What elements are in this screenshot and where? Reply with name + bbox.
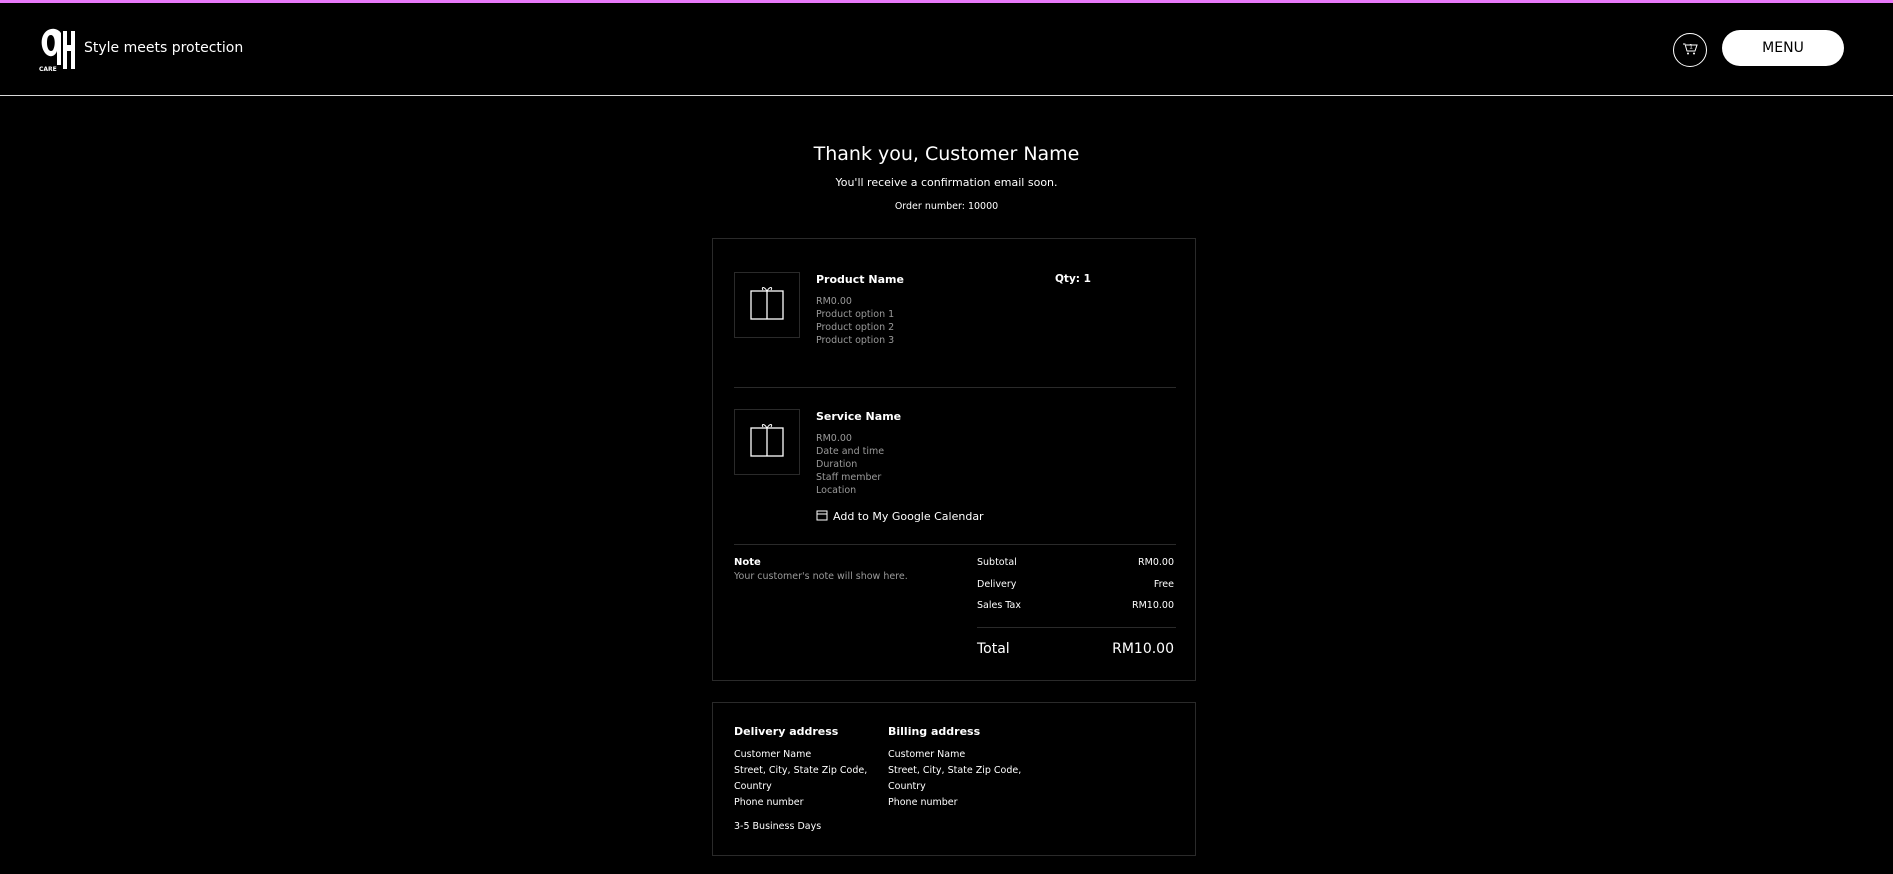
- confirmation-subtitle: You'll receive a confirmation email soon…: [835, 176, 1058, 189]
- service-duration: Duration: [816, 459, 858, 470]
- menu-button[interactable]: MENU: [1722, 30, 1844, 66]
- svg-text:CARE: CARE: [39, 66, 57, 73]
- delivery-street: Street, City, State Zip Code,: [734, 765, 868, 776]
- site-header: CARE Style meets protection 1 MENU: [0, 3, 1893, 96]
- cart-count: 1: [1689, 44, 1693, 51]
- address-card: Delivery address Customer Name Street, C…: [712, 702, 1196, 856]
- calendar-link-label: Add to My Google Calendar: [833, 510, 984, 523]
- note-heading: Note: [734, 557, 761, 568]
- billing-street: Street, City, State Zip Code,: [888, 765, 1022, 776]
- subtotal-label: Subtotal: [977, 557, 1017, 568]
- product-thumbnail: [734, 272, 800, 338]
- product-option-1: Product option 1: [816, 309, 895, 320]
- total-divider: [977, 627, 1176, 628]
- service-name: Service Name: [816, 410, 902, 423]
- cart-button[interactable]: 1: [1673, 33, 1707, 67]
- billing-address-heading: Billing address: [888, 725, 981, 738]
- delivery-country: Country: [734, 781, 772, 792]
- delivery-eta: 3-5 Business Days: [734, 821, 822, 832]
- product-qty: Qty: 1: [1055, 273, 1091, 285]
- delivery-customer-name: Customer Name: [734, 749, 812, 760]
- delivery-value: Free: [1153, 579, 1174, 590]
- note-text: Your customer's note will show here.: [734, 571, 908, 582]
- product-name: Product Name: [816, 273, 904, 286]
- product-option-3: Product option 3: [816, 335, 895, 346]
- total-value: RM10.00: [1112, 641, 1174, 657]
- calendar-icon: [816, 509, 828, 524]
- summary-divider: [734, 544, 1176, 545]
- brand-tagline: Style meets protection: [84, 40, 244, 56]
- service-price: RM0.00: [816, 433, 852, 444]
- billing-country: Country: [888, 781, 926, 792]
- sales-tax-label: Sales Tax: [977, 600, 1021, 611]
- service-location: Location: [816, 485, 857, 496]
- delivery-label: Delivery: [977, 579, 1017, 590]
- cart-icon: 1: [1681, 39, 1699, 61]
- service-thumbnail: [734, 409, 800, 475]
- sales-tax-value: RM10.00: [1132, 600, 1174, 611]
- total-label: Total: [977, 641, 1010, 657]
- delivery-address-heading: Delivery address: [734, 725, 839, 738]
- gift-box-icon: [749, 285, 785, 325]
- product-price: RM0.00: [816, 296, 852, 307]
- item-divider: [734, 387, 1176, 388]
- brand-logo[interactable]: CARE: [37, 25, 77, 75]
- order-summary-card: Product Name Qty: 1 RM0.00 Product optio…: [712, 238, 1196, 681]
- product-option-2: Product option 2: [816, 322, 895, 333]
- delivery-phone: Phone number: [734, 797, 804, 808]
- service-date-time: Date and time: [816, 446, 885, 457]
- service-staff: Staff member: [816, 472, 882, 483]
- order-number: Order number: 10000: [894, 201, 999, 212]
- gift-box-icon: [749, 422, 785, 462]
- add-to-calendar-link[interactable]: Add to My Google Calendar: [816, 509, 984, 524]
- subtotal-value: RM0.00: [1138, 557, 1174, 568]
- billing-customer-name: Customer Name: [888, 749, 966, 760]
- billing-phone: Phone number: [888, 797, 958, 808]
- thank-you-heading: Thank you, Customer Name: [813, 143, 1080, 165]
